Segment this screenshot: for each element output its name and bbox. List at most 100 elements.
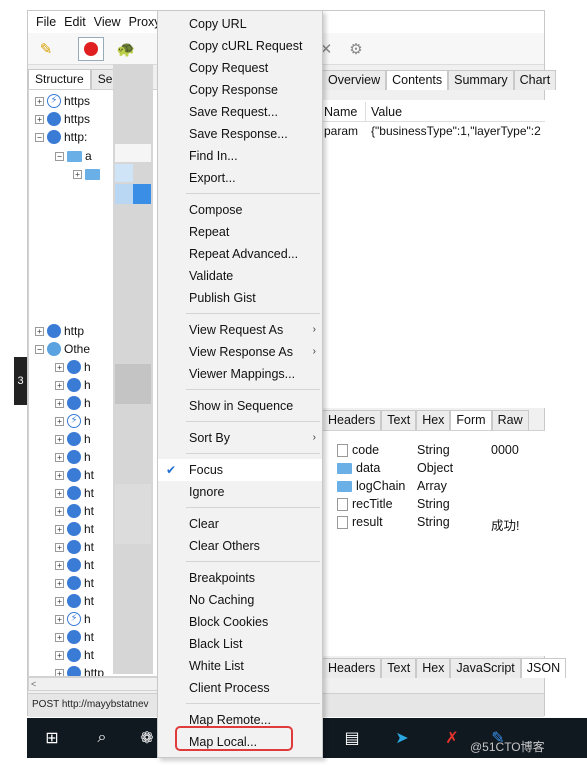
- expand-toggle-icon[interactable]: +: [55, 416, 64, 426]
- tree-node[interactable]: + ⚡ https: [35, 92, 90, 110]
- menu-item-focus[interactable]: ✔ Focus: [158, 459, 322, 481]
- menu-item-view-request-as[interactable]: View Request As ›: [158, 319, 322, 341]
- menu-item-block-cookies[interactable]: Block Cookies: [158, 611, 322, 633]
- expand-toggle-icon[interactable]: −: [35, 132, 44, 142]
- json-node[interactable]: code: [337, 443, 379, 461]
- search-icon[interactable]: ⌕: [87, 718, 117, 758]
- tab-headers[interactable]: Headers: [322, 410, 382, 430]
- expand-toggle-icon[interactable]: +: [55, 506, 64, 516]
- expand-toggle-icon[interactable]: +: [55, 614, 64, 624]
- menu-item-save-request[interactable]: Save Request...: [158, 101, 322, 123]
- tree-node[interactable]: − http:: [35, 128, 87, 146]
- menu-item-white-list[interactable]: White List: [158, 655, 322, 677]
- expand-toggle-icon[interactable]: +: [35, 96, 44, 106]
- expand-toggle-icon[interactable]: +: [55, 470, 64, 480]
- menu-item-compose[interactable]: Compose: [158, 199, 322, 221]
- expand-toggle-icon[interactable]: +: [55, 542, 64, 552]
- tree-node[interactable]: + http: [35, 322, 84, 340]
- tree-node[interactable]: + https: [35, 110, 90, 128]
- settings-icon[interactable]: ⚙: [346, 39, 366, 59]
- menu-item-black-list[interactable]: Black List: [158, 633, 322, 655]
- menu-item-no-caching[interactable]: No Caching: [158, 589, 322, 611]
- expand-toggle-icon[interactable]: +: [55, 362, 64, 372]
- menu-file[interactable]: File: [32, 15, 60, 29]
- col-value-header[interactable]: Value: [366, 102, 402, 121]
- tree-node[interactable]: + ht: [55, 628, 94, 646]
- windows-start-icon[interactable]: ⊞: [37, 718, 67, 758]
- red-app-icon[interactable]: ✗: [439, 718, 465, 758]
- expand-toggle-icon[interactable]: +: [35, 326, 44, 336]
- menu-item-publish-gist[interactable]: Publish Gist: [158, 287, 322, 309]
- tree-node[interactable]: + h: [55, 358, 91, 376]
- tab-structure[interactable]: Structure: [28, 69, 91, 89]
- tree-node[interactable]: − a: [55, 147, 92, 165]
- json-node[interactable]: result: [337, 515, 383, 533]
- tree-node[interactable]: + ht: [55, 520, 94, 538]
- tree-node[interactable]: + ⚡ h: [55, 412, 91, 430]
- tree-node[interactable]: + ⚡ h: [55, 610, 91, 628]
- expand-toggle-icon[interactable]: +: [73, 169, 82, 179]
- tab-hex-bottom[interactable]: Hex: [416, 658, 451, 678]
- menu-item-find-in[interactable]: Find In...: [158, 145, 322, 167]
- expand-toggle-icon[interactable]: −: [55, 151, 64, 161]
- tab-text-bottom[interactable]: Text: [381, 658, 417, 678]
- json-node[interactable]: data: [337, 461, 380, 479]
- tab-chart[interactable]: Chart: [513, 70, 557, 90]
- expand-toggle-icon[interactable]: +: [55, 380, 64, 390]
- tree-node[interactable]: + h: [55, 394, 91, 412]
- menu-item-copy-url[interactable]: Copy URL: [158, 13, 322, 35]
- menu-item-validate[interactable]: Validate: [158, 265, 322, 287]
- tab-form[interactable]: Form: [450, 410, 492, 430]
- tree-node[interactable]: + ht: [55, 538, 94, 556]
- tree-node[interactable]: + ht: [55, 646, 94, 664]
- tree-node[interactable]: + ht: [55, 484, 94, 502]
- tab-hex[interactable]: Hex: [416, 410, 451, 430]
- menu-item-clear-others[interactable]: Clear Others: [158, 535, 322, 557]
- expand-toggle-icon[interactable]: +: [55, 434, 64, 444]
- expand-toggle-icon[interactable]: +: [55, 632, 64, 642]
- turtle-icon[interactable]: 🐢: [116, 39, 136, 59]
- menu-item-viewer-mappings[interactable]: Viewer Mappings...: [158, 363, 322, 385]
- tree-node[interactable]: + ht: [55, 556, 94, 574]
- menu-item-repeat-advanced[interactable]: Repeat Advanced...: [158, 243, 322, 265]
- tree-node[interactable]: − Othe: [35, 340, 90, 358]
- tab-text[interactable]: Text: [381, 410, 417, 430]
- tree-node[interactable]: + h: [55, 448, 91, 466]
- menu-item-save-response[interactable]: Save Response...: [158, 123, 322, 145]
- expand-toggle-icon[interactable]: +: [55, 488, 64, 498]
- menu-item-ignore[interactable]: Ignore: [158, 481, 322, 503]
- menu-item-sort-by[interactable]: Sort By ›: [158, 427, 322, 449]
- tab-headers-bottom[interactable]: Headers: [322, 658, 382, 678]
- menu-item-client-process[interactable]: Client Process: [158, 677, 322, 699]
- expand-toggle-icon[interactable]: +: [55, 650, 64, 660]
- expand-toggle-icon[interactable]: +: [35, 114, 44, 124]
- tree-horizontal-scrollbar[interactable]: <: [28, 677, 158, 691]
- tab-json[interactable]: JSON: [520, 658, 567, 678]
- json-node[interactable]: logChain: [337, 479, 405, 497]
- expand-toggle-icon[interactable]: +: [55, 524, 64, 534]
- menu-item-show-in-sequence[interactable]: Show in Sequence: [158, 395, 322, 417]
- tab-summary[interactable]: Summary: [448, 70, 514, 90]
- expand-toggle-icon[interactable]: +: [55, 452, 64, 462]
- menu-item-repeat[interactable]: Repeat: [158, 221, 322, 243]
- tree-node[interactable]: + ht: [55, 592, 94, 610]
- broom-icon[interactable]: ✎: [36, 39, 56, 59]
- menu-item-export[interactable]: Export...: [158, 167, 322, 189]
- menu-item-view-response-as[interactable]: View Response As ›: [158, 341, 322, 363]
- expand-toggle-icon[interactable]: +: [55, 596, 64, 606]
- capture-toggle-button[interactable]: [78, 37, 104, 61]
- expand-toggle-icon[interactable]: +: [55, 668, 64, 676]
- table-row[interactable]: param {"businessType":1,"layerType":2: [322, 124, 545, 142]
- paper-plane-icon[interactable]: ➤: [389, 718, 415, 758]
- menu-item-clear[interactable]: Clear: [158, 513, 322, 535]
- tab-raw[interactable]: Raw: [491, 410, 529, 430]
- tree-node[interactable]: + ht: [55, 466, 94, 484]
- tree-node[interactable]: + h: [55, 430, 91, 448]
- tab-javascript[interactable]: JavaScript: [450, 658, 521, 678]
- window-app-icon[interactable]: ▤: [339, 718, 365, 758]
- expand-toggle-icon[interactable]: +: [55, 560, 64, 570]
- menu-view[interactable]: View: [90, 15, 125, 29]
- menu-item-breakpoints[interactable]: Breakpoints: [158, 567, 322, 589]
- menu-item-copy-response[interactable]: Copy Response: [158, 79, 322, 101]
- expand-toggle-icon[interactable]: +: [55, 578, 64, 588]
